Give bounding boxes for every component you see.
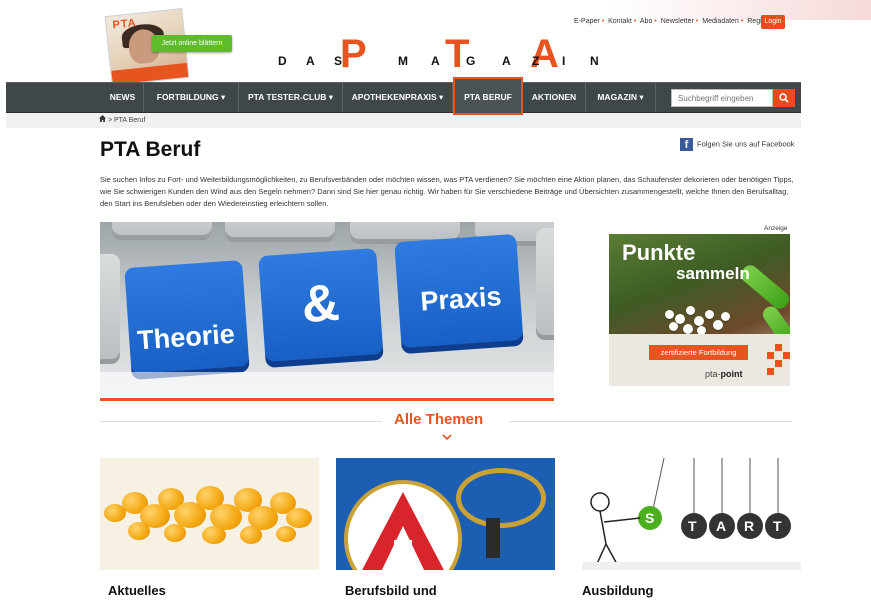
logo-subtitle-letter: D (278, 54, 287, 68)
site-logo[interactable]: P T A D A S M A G A Z I N (270, 32, 620, 76)
ad-headline-punkte: Punkte (622, 240, 696, 265)
ad-banner-pta-point[interactable]: Punkte sammeln zertifizierte Fortbildung… (609, 234, 790, 386)
chevron-down-icon[interactable] (441, 432, 453, 442)
nav-item-magazin[interactable]: MAGAZIN ▾ (586, 83, 656, 112)
logo-subtitle-letter: S (334, 54, 343, 68)
apotheke-a-icon (362, 492, 444, 570)
start-letter: T (688, 518, 697, 534)
category-title-ausbildung[interactable]: Ausbildung (582, 583, 654, 598)
main-navigation: NEWS FORTBILDUNG ▾ PTA TESTER-CLUB ▾ APO… (6, 77, 801, 115)
key-ampersand: & (258, 248, 384, 368)
category-tile-berufsbild[interactable] (336, 458, 555, 570)
category-title-aktuelles[interactable]: Aktuelles (108, 583, 166, 598)
start-letter: A (716, 518, 727, 534)
themen-heading: Alle Themen (394, 411, 484, 428)
newtons-cradle-start-illustration (582, 458, 801, 570)
ad-cta-button[interactable]: zertifizierte Fortbildung (649, 345, 748, 360)
header-decoration (611, 0, 871, 20)
facebook-follow-label: Folgen Sie uns auf Facebook (697, 139, 795, 149)
search-input[interactable] (671, 89, 773, 107)
logo-subtitle-letter: I (562, 54, 566, 68)
nav-item-aktionen[interactable]: AKTIONEN (523, 83, 586, 112)
hero-keyboard-image: Theorie & Praxis (100, 222, 554, 398)
logo-subtitle-letter: A (306, 54, 315, 68)
key-theorie: Theorie (124, 260, 250, 380)
logo-subtitle-letter: A (431, 54, 440, 68)
topnav-link-mediadaten[interactable]: Mediadaten (702, 18, 739, 25)
breadcrumb-separator: > (107, 117, 113, 124)
home-icon[interactable] (98, 113, 106, 128)
cover-logo: PTA (111, 16, 138, 32)
top-utility-nav: E-Paper • Kontakt • Abo • Newsletter • Media… (574, 18, 785, 25)
login-button[interactable]: Login (761, 15, 785, 29)
read-online-button[interactable]: Jetzt online blättern (152, 35, 232, 52)
nav-item-apothekenpraxis[interactable]: APOTHEKENPRAXIS ▾ (343, 83, 453, 112)
nav-item-fortbildung[interactable]: FORTBILDUNG ▾ (144, 83, 239, 112)
start-letter: R (744, 518, 755, 534)
breadcrumb: > PTA Beruf (6, 113, 801, 128)
category-tile-ausbildung[interactable]: S T A R T (582, 458, 801, 570)
start-letter: T (773, 518, 782, 534)
nav-item-news[interactable]: NEWS (102, 83, 144, 112)
search-button[interactable] (773, 89, 795, 107)
facebook-follow-link[interactable]: f Folgen Sie uns auf Facebook (680, 138, 795, 151)
category-tile-aktuelles[interactable] (100, 458, 319, 570)
site-header: PTA Jetzt online blättern P T A D A S M … (0, 0, 871, 86)
divider-left (100, 421, 382, 422)
logo-letter-p: P (340, 32, 367, 76)
hero-accent-bar (100, 398, 554, 401)
nav-item-pta-tester-club[interactable]: PTA TESTER-CLUB ▾ (239, 83, 343, 112)
logo-subtitle-letter: A (502, 54, 511, 68)
logo-subtitle-letter: Z (532, 54, 540, 68)
ad-brand-logo: pta-point (705, 369, 743, 379)
nav-item-pta-beruf[interactable]: PTA BERUF (453, 77, 523, 115)
ad-label: Anzeige (764, 225, 788, 232)
page-title: PTA Beruf (100, 138, 201, 161)
topnav-link-abo[interactable]: Abo (640, 18, 652, 25)
breadcrumb-current: PTA Beruf (114, 117, 146, 124)
logo-subtitle-letter: G (466, 54, 476, 68)
start-letter: S (645, 510, 655, 526)
search-icon (779, 93, 789, 103)
topnav-link-kontakt[interactable]: Kontakt (608, 18, 632, 25)
intro-paragraph: Sie suchen Infos zu Fort- und Weiterbild… (100, 175, 794, 208)
topnav-link-newsletter[interactable]: Newsletter (661, 18, 694, 25)
logo-subtitle-letter: N (590, 54, 599, 68)
divider-right (510, 421, 792, 422)
ad-headline-sammeln: sammeln (676, 264, 750, 283)
facebook-icon: f (680, 138, 693, 151)
logo-subtitle-letter: M (398, 54, 408, 68)
topnav-link-epaper[interactable]: E-Paper (574, 18, 600, 25)
category-title-berufsbild[interactable]: Berufsbild und (345, 583, 437, 598)
key-praxis: Praxis (394, 233, 524, 355)
